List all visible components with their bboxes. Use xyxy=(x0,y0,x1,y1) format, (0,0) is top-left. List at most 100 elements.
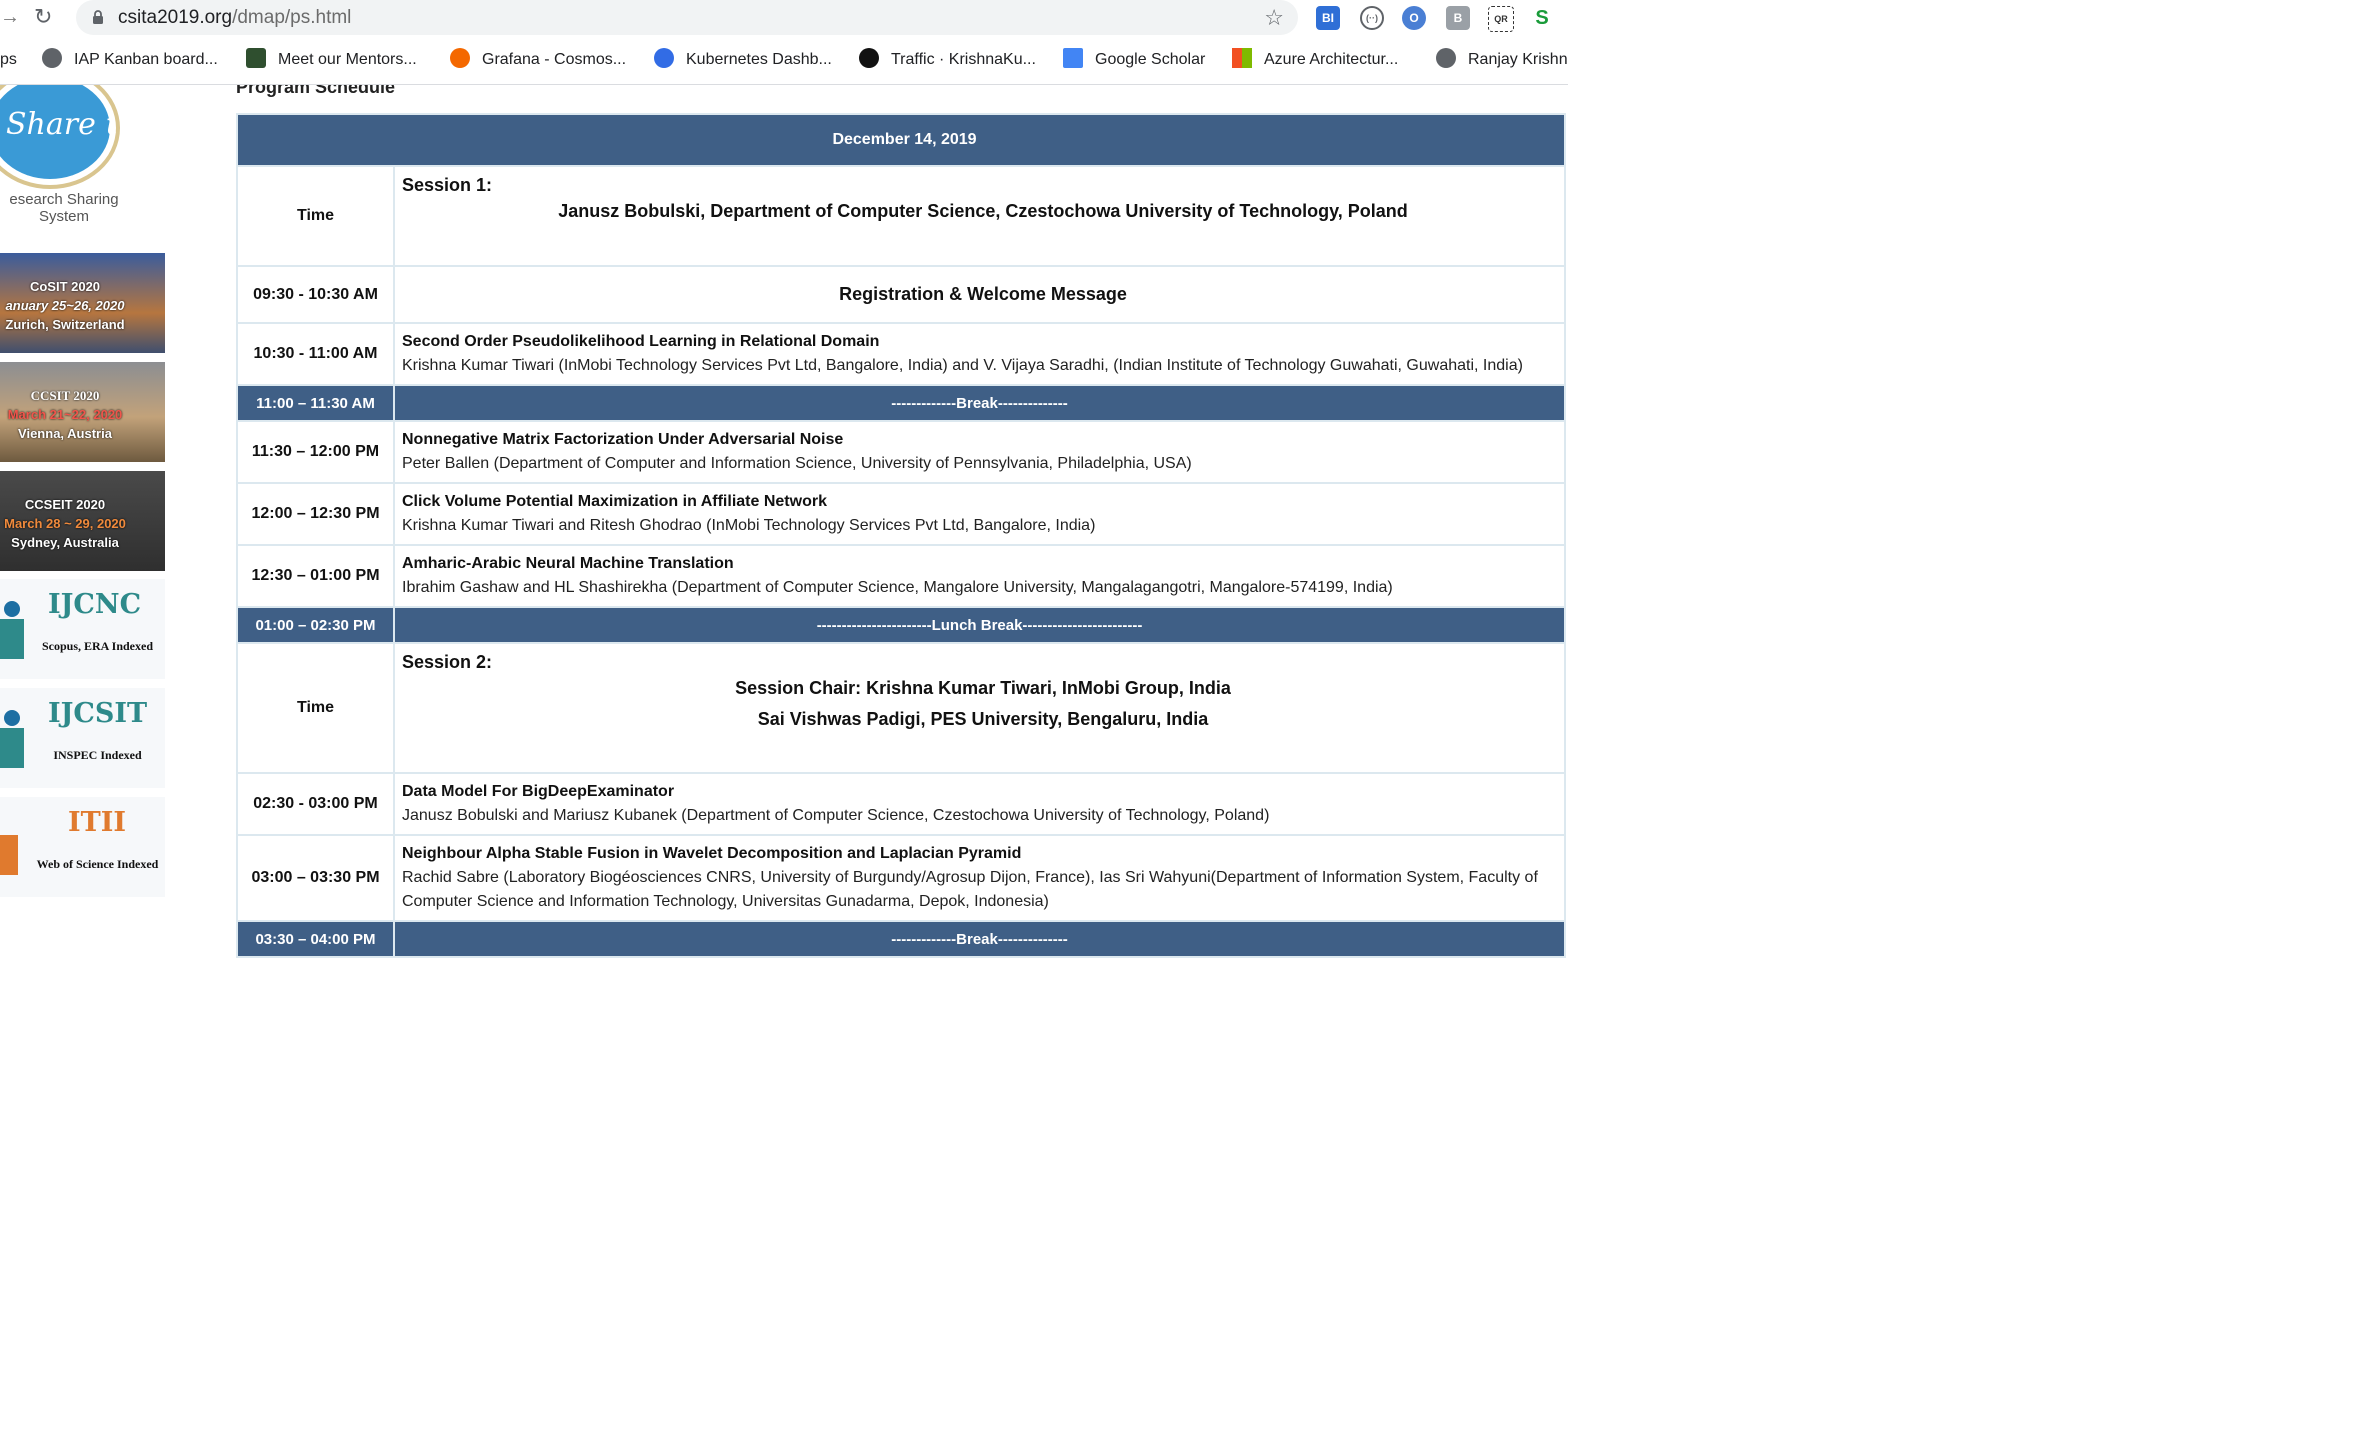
extension-dots-icon[interactable]: (··) xyxy=(1360,6,1384,30)
time-cell: 02:30 - 03:00 PM xyxy=(236,772,395,836)
grafana-icon xyxy=(450,48,470,68)
page-title: Program Schedule xyxy=(236,85,396,97)
bookmark-kubernetes[interactable]: Kubernetes Dashb... xyxy=(654,48,832,72)
conference-banner[interactable]: CCSEIT 2020 March 28 ~ 29, 2020 Sydney, … xyxy=(0,471,165,571)
session-chair: Sai Vishwas Padigi, PES University, Beng… xyxy=(757,709,1209,729)
session-label: Session 2: xyxy=(402,652,493,672)
session-header: Session 1: Janusz Bobulski, Department o… xyxy=(392,165,1567,267)
journal-logo-icon xyxy=(0,601,24,659)
bookmark-star-icon[interactable]: ☆ xyxy=(1264,5,1284,31)
table-row: 11:30 – 12:00 PM Nonnegative Matrix Fact… xyxy=(236,420,1567,484)
break-row: 11:00 – 11:30 AM -------------Break-----… xyxy=(236,384,1567,422)
paper-authors: Janusz Bobulski and Mariusz Kubanek (Dep… xyxy=(402,807,1270,824)
share-caption: esearch Sharing System xyxy=(9,191,119,225)
paper-authors: Krishna Kumar Tiwari (InMobi Technology … xyxy=(402,357,1523,374)
time-cell: 10:30 - 11:00 AM xyxy=(236,322,395,386)
globe-icon xyxy=(42,48,62,68)
journal-banner[interactable]: ITII Web of Science Indexed xyxy=(0,797,165,897)
journal-banner[interactable]: IJCSIT INSPEC Indexed xyxy=(0,688,165,788)
bookmark-azure[interactable]: Azure Architectur... xyxy=(1232,48,1398,72)
time-label: Time xyxy=(236,642,395,774)
date-header: December 14, 2019 xyxy=(235,113,1567,167)
bookmark-traffic[interactable]: Traffic · KrishnaKu... xyxy=(859,48,1036,72)
session-header-row: Time Session 2: Session Chair: Krishna K… xyxy=(236,642,1567,774)
paper-authors: Krishna Kumar Tiwari and Ritesh Ghodrao … xyxy=(402,517,1096,534)
paper-title: Amharic-Arabic Neural Machine Translatio… xyxy=(402,555,734,572)
table-row: 03:00 – 03:30 PM Neighbour Alpha Stable … xyxy=(236,834,1567,922)
paper-cell: Click Volume Potential Maximization in A… xyxy=(392,482,1567,546)
session-chair: Janusz Bobulski, Department of Computer … xyxy=(558,201,1408,221)
time-label: Time xyxy=(236,165,395,267)
break-row: 03:30 – 04:00 PM -------------Break-----… xyxy=(236,920,1567,958)
bookmark-ranjay[interactable]: Ranjay Krishn xyxy=(1436,48,1568,72)
journal-banner[interactable]: IJCNC Scopus, ERA Indexed xyxy=(0,579,165,679)
welcome-row: 09:30 - 10:30 AM Registration & Welcome … xyxy=(236,265,1567,324)
reload-icon[interactable]: ↻ xyxy=(34,5,56,29)
paper-cell: Second Order Pseudolikelihood Learning i… xyxy=(392,322,1567,386)
mentors-icon xyxy=(246,48,266,68)
conference-banner[interactable]: CoSIT 2020 anuary 25~26, 2020 Zurich, Sw… xyxy=(0,253,165,353)
kubernetes-icon xyxy=(654,48,674,68)
time-cell: 01:00 – 02:30 PM xyxy=(236,606,395,644)
bookmark-google-scholar[interactable]: Google Scholar xyxy=(1063,48,1205,72)
time-cell: 03:00 – 03:30 PM xyxy=(236,834,395,922)
welcome-message: Registration & Welcome Message xyxy=(392,265,1567,324)
page-content: Share url esearch Sharing System CoSIT 2… xyxy=(0,85,1568,960)
lunch-break-row: 01:00 – 02:30 PM -----------------------… xyxy=(236,606,1567,644)
time-cell: 11:30 – 12:00 PM xyxy=(236,420,395,484)
schedule-table: December 14, 2019 Time Session 1: Janusz… xyxy=(235,113,1567,958)
bookmark-grafana[interactable]: Grafana - Cosmos... xyxy=(450,48,626,72)
share-url-logo[interactable]: Share url xyxy=(0,85,120,189)
url-text: csita2019.org/dmap/ps.html xyxy=(118,7,352,28)
session-chair: Session Chair: Krishna Kumar Tiwari, InM… xyxy=(735,678,1231,698)
bookmark-iap-kanban[interactable]: IAP Kanban board... xyxy=(42,48,218,72)
paper-title: Nonnegative Matrix Factorization Under A… xyxy=(402,431,844,448)
bookmark-apps[interactable]: ps xyxy=(0,48,17,72)
session-header-row: Time Session 1: Janusz Bobulski, Departm… xyxy=(236,165,1567,267)
microsoft-icon xyxy=(1232,48,1252,68)
globe-icon xyxy=(1436,48,1456,68)
table-row: 02:30 - 03:00 PM Data Model For BigDeepE… xyxy=(236,772,1567,836)
paper-cell: Amharic-Arabic Neural Machine Translatio… xyxy=(392,544,1567,608)
extension-bi-icon[interactable]: BI xyxy=(1316,6,1340,30)
time-cell: 12:30 – 01:00 PM xyxy=(236,544,395,608)
paper-authors: Rachid Sabre (Laboratory Biogéosciences … xyxy=(402,869,1538,910)
bookmark-meet-mentors[interactable]: Meet our Mentors... xyxy=(246,48,417,72)
address-bar[interactable]: csita2019.org/dmap/ps.html ☆ xyxy=(76,0,1298,35)
sidebar: Share url esearch Sharing System CoSIT 2… xyxy=(0,85,170,960)
break-label: -------------Break-------------- xyxy=(392,920,1567,958)
browser-toolbar: → ↻ csita2019.org/dmap/ps.html ☆ BI (··)… xyxy=(0,0,1568,36)
time-cell: 09:30 - 10:30 AM xyxy=(236,265,395,324)
extension-opera-icon[interactable]: O xyxy=(1402,6,1426,30)
time-cell: 11:00 – 11:30 AM xyxy=(236,384,395,422)
extension-reader-icon[interactable]: B xyxy=(1446,6,1470,30)
journal-logo-icon xyxy=(0,710,24,768)
break-label: -----------------------Lunch Break------… xyxy=(392,606,1567,644)
paper-cell: Nonnegative Matrix Factorization Under A… xyxy=(392,420,1567,484)
scholar-icon xyxy=(1063,48,1083,68)
paper-cell: Neighbour Alpha Stable Fusion in Wavelet… xyxy=(392,834,1567,922)
paper-authors: Ibrahim Gashaw and HL Shashirekha (Depar… xyxy=(402,579,1393,596)
session-label: Session 1: xyxy=(402,175,493,195)
break-label: -------------Break-------------- xyxy=(392,384,1567,422)
lock-icon xyxy=(93,10,103,24)
conference-banner[interactable]: CCSIT 2020 March 21~22, 2020 Vienna, Aus… xyxy=(0,362,165,462)
paper-title: Neighbour Alpha Stable Fusion in Wavelet… xyxy=(402,845,1022,862)
paper-title: Click Volume Potential Maximization in A… xyxy=(402,493,827,510)
paper-title: Second Order Pseudolikelihood Learning i… xyxy=(402,333,880,350)
session-header: Session 2: Session Chair: Krishna Kumar … xyxy=(392,642,1567,774)
table-row: 12:30 – 01:00 PM Amharic-Arabic Neural M… xyxy=(236,544,1567,608)
paper-title: Data Model For BigDeepExaminator xyxy=(402,783,675,800)
table-row: 12:00 – 12:30 PM Click Volume Potential … xyxy=(236,482,1567,546)
extension-s-icon[interactable]: S xyxy=(1530,6,1554,30)
extension-qr-icon[interactable]: QR xyxy=(1488,6,1514,32)
paper-authors: Peter Ballen (Department of Computer and… xyxy=(402,455,1192,472)
paper-cell: Data Model For BigDeepExaminator Janusz … xyxy=(392,772,1567,836)
forward-arrow-icon[interactable]: → xyxy=(0,6,20,28)
date-header-row: December 14, 2019 xyxy=(235,113,1567,167)
journal-logo-icon xyxy=(0,835,18,875)
bookmarks-bar: ps IAP Kanban board... Meet our Mentors.… xyxy=(0,36,1568,85)
github-icon xyxy=(859,48,879,68)
time-cell: 12:00 – 12:30 PM xyxy=(236,482,395,546)
time-cell: 03:30 – 04:00 PM xyxy=(236,920,395,958)
